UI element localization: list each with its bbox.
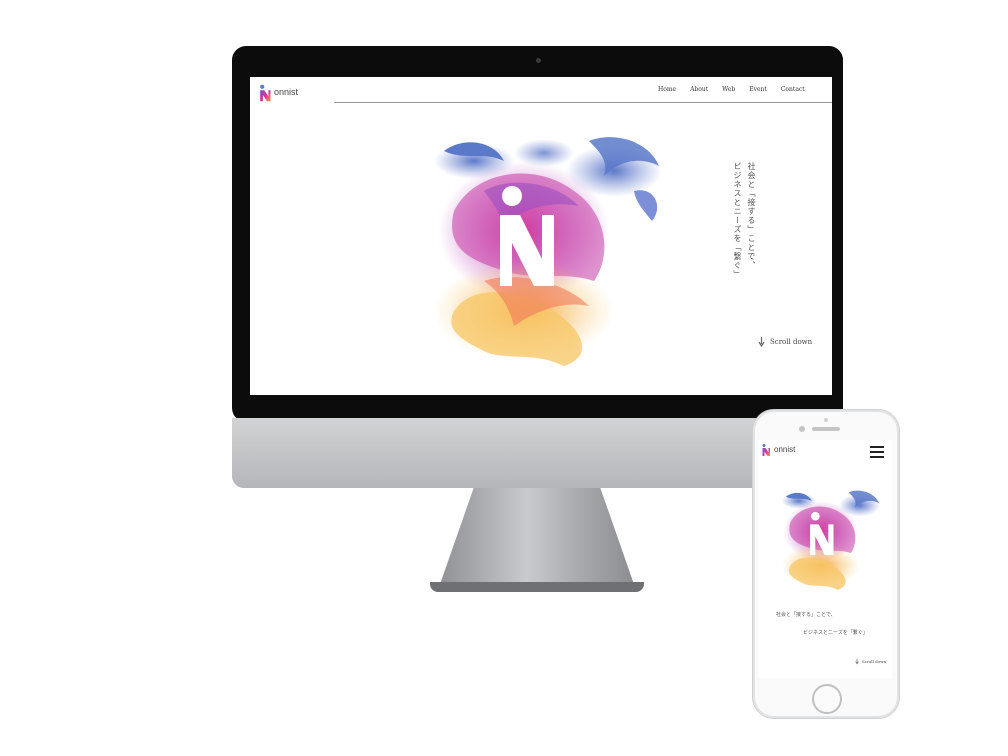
home-button[interactable] — [812, 684, 842, 714]
phone-sensor — [824, 418, 828, 422]
tagline-line-2: ビジネスとニーズを「繋ぐ」 — [803, 630, 868, 636]
tagline-line-2: ビジネスとニーズを「繋ぐ」 — [733, 162, 742, 279]
onnist-logo-icon[interactable] — [258, 84, 272, 102]
scroll-down-label: Scroll down — [862, 659, 887, 664]
camera-icon — [536, 58, 541, 63]
scroll-down-label: Scroll down — [770, 338, 813, 346]
hamburger-menu-icon[interactable] — [870, 446, 884, 458]
hero-ink-artwork — [781, 490, 881, 590]
arrow-down-icon — [758, 337, 765, 347]
imac-foot — [430, 582, 644, 592]
brand-name[interactable]: onnist — [774, 445, 795, 454]
desktop-screen: onnist Home About Web Event Contact 社会と「… — [250, 77, 832, 395]
scroll-down-link[interactable]: Scroll down — [758, 337, 812, 347]
imac-stand — [438, 488, 636, 590]
tagline-line-1: 社会と「接する」ことで、 — [776, 612, 836, 618]
brand-name[interactable]: onnist — [274, 87, 298, 97]
tagline-line-1: 社会と「接する」ことで、 — [747, 162, 756, 270]
nav-web[interactable]: Web — [722, 86, 735, 93]
nav-home[interactable]: Home — [658, 86, 676, 93]
hero-tagline: 社会と「接する」ことで、 ビジネスとニーズを「繋ぐ」 — [730, 162, 758, 279]
arrow-down-icon — [855, 658, 859, 665]
main-nav: Home About Web Event Contact — [658, 86, 805, 93]
onnist-logo-icon[interactable] — [761, 443, 771, 457]
hero-ink-artwork — [434, 137, 662, 366]
nav-divider — [334, 102, 832, 103]
phone-speaker — [812, 427, 840, 431]
scroll-down-link[interactable]: Scroll down — [855, 658, 886, 665]
nav-event[interactable]: Event — [749, 86, 767, 93]
nav-about[interactable]: About — [690, 86, 708, 93]
nav-contact[interactable]: Contact — [781, 86, 805, 93]
camera-icon — [799, 426, 805, 432]
mobile-screen: onnist 社会と「接する」ことで、 ビジネスとニーズを「繋ぐ」 Scroll… — [758, 440, 892, 678]
